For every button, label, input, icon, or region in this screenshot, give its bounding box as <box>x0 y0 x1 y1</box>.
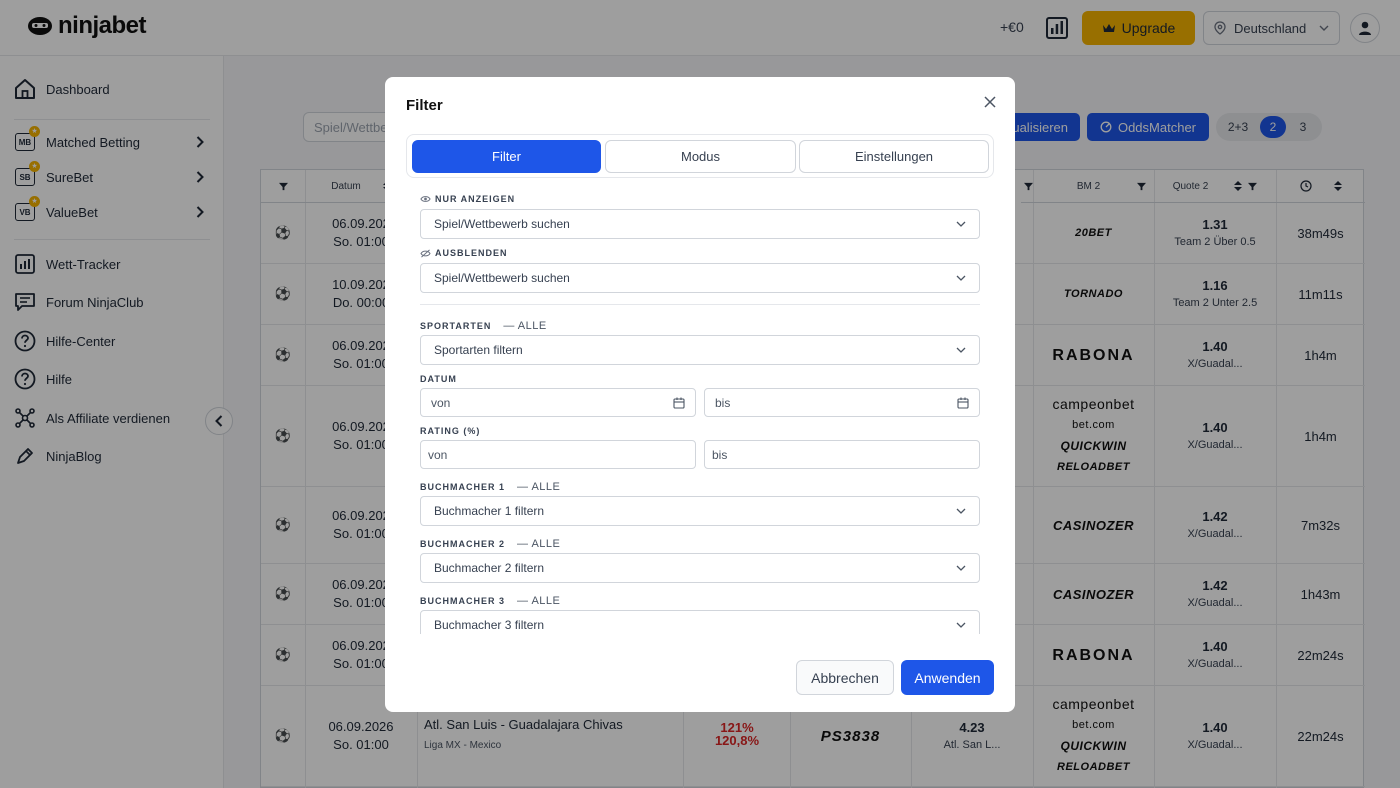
bm1-placeholder: Buchmacher 1 filtern <box>434 504 545 518</box>
filter-tabs: Filter Modus Einstellungen <box>406 134 994 178</box>
rating-von-input[interactable]: von <box>420 440 696 469</box>
chevron-down-icon <box>956 347 966 353</box>
filter-modal: Filter Filter Modus Einstellungen NUR AN… <box>385 77 1015 712</box>
tab-modus[interactable]: Modus <box>605 140 796 173</box>
bm3-label: BUCHMACHER 3— ALLE <box>420 595 561 607</box>
nur-anzeigen-select[interactable]: Spiel/Wettbewerb suchen <box>420 209 980 239</box>
rating-bis-placeholder: bis <box>712 447 728 462</box>
sportarten-label: SPORTARTEN — ALLE <box>420 320 547 332</box>
close-icon <box>984 96 996 108</box>
tab-filter[interactable]: Filter <box>412 140 601 173</box>
datum-von-input[interactable]: von <box>420 388 696 417</box>
tab-einstellungen[interactable]: Einstellungen <box>799 140 989 173</box>
ausblenden-placeholder: Spiel/Wettbewerb suchen <box>434 271 570 285</box>
rating-label: RATING (%) <box>420 426 481 436</box>
datum-label: DATUM <box>420 374 457 384</box>
ausblenden-select[interactable]: Spiel/Wettbewerb suchen <box>420 263 980 293</box>
sportarten-select[interactable]: Sportarten filtern <box>420 335 980 365</box>
calendar-icon <box>673 397 685 409</box>
datum-bis-input[interactable]: bis <box>704 388 980 417</box>
chevron-down-icon <box>956 565 966 571</box>
bm1-select[interactable]: Buchmacher 1 filtern <box>420 496 980 526</box>
chevron-down-icon <box>956 275 966 281</box>
eye-icon <box>420 196 431 202</box>
bm3-placeholder: Buchmacher 3 filtern <box>434 618 545 632</box>
calendar-icon <box>957 397 969 409</box>
rating-bis-input[interactable]: bis <box>704 440 980 469</box>
cancel-button[interactable]: Abbrechen <box>796 660 894 695</box>
divider <box>420 304 980 305</box>
bm2-label: BUCHMACHER 2— ALLE <box>420 538 561 550</box>
bm2-placeholder: Buchmacher 2 filtern <box>434 561 545 575</box>
nur-anzeigen-placeholder: Spiel/Wettbewerb suchen <box>434 217 570 231</box>
apply-button[interactable]: Anwenden <box>901 660 994 695</box>
datum-von-placeholder: von <box>431 395 451 410</box>
chevron-down-icon <box>956 622 966 628</box>
modal-title: Filter <box>406 97 443 114</box>
eye-off-icon <box>420 249 431 257</box>
bm3-select[interactable]: Buchmacher 3 filtern <box>420 610 980 634</box>
chevron-down-icon <box>956 221 966 227</box>
sportarten-placeholder: Sportarten filtern <box>434 343 523 357</box>
close-button[interactable] <box>982 94 998 110</box>
nur-anzeigen-label: NUR ANZEIGEN <box>420 194 515 204</box>
bm1-label: BUCHMACHER 1— ALLE <box>420 481 561 493</box>
bm2-select[interactable]: Buchmacher 2 filtern <box>420 553 980 583</box>
rating-von-placeholder: von <box>428 447 448 462</box>
datum-bis-placeholder: bis <box>715 395 731 410</box>
ausblenden-label: AUSBLENDEN <box>420 248 508 258</box>
chevron-down-icon <box>956 508 966 514</box>
filter-form: NUR ANZEIGEN Spiel/Wettbewerb suchen AUS… <box>406 187 994 634</box>
